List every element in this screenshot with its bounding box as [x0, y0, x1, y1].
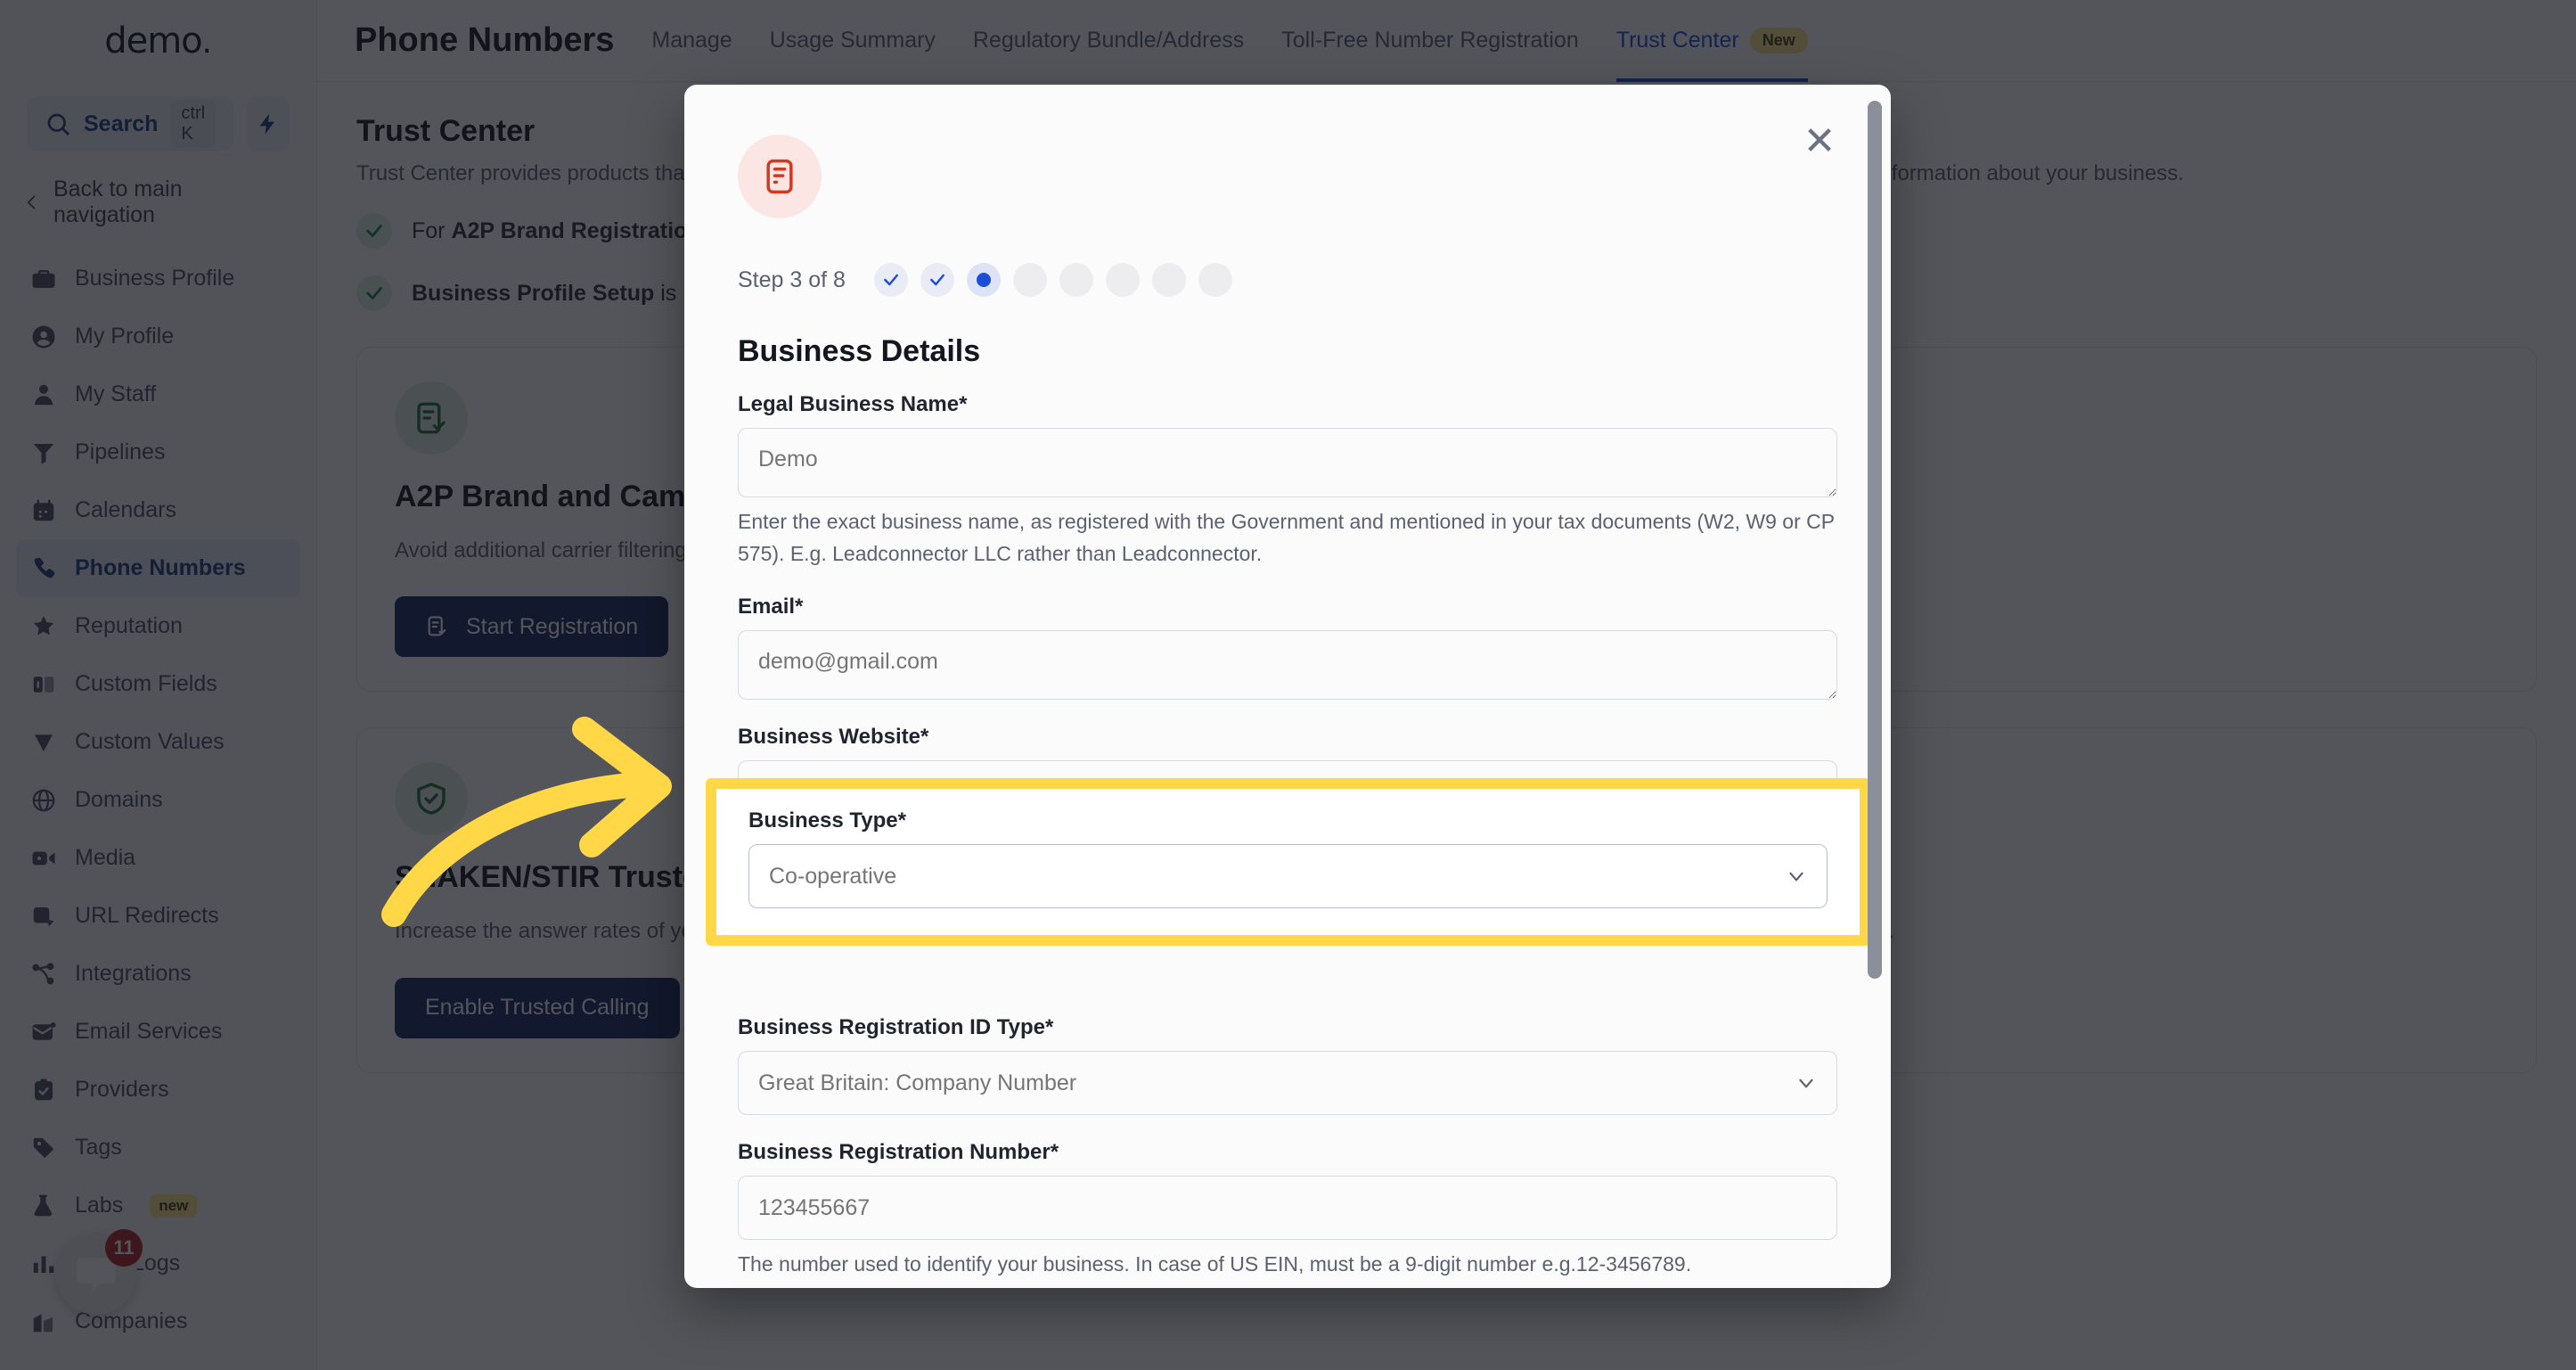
- field-label: Business Type*: [748, 808, 906, 833]
- field-email: Email*: [738, 595, 1837, 701]
- business-type-highlight: Business Type*: [706, 778, 1870, 946]
- business-registration-id-type-select[interactable]: [738, 1051, 1837, 1116]
- step-dot-6[interactable]: [1105, 263, 1140, 297]
- field-label: Business Registration Number*: [738, 1140, 1059, 1165]
- step-label: Step 3 of 8: [738, 267, 846, 292]
- field-label: Legal Business Name*: [738, 392, 968, 416]
- legal-business-name-input[interactable]: [738, 428, 1837, 497]
- modal-body: ✕ Step 3 of 8 Business Details Legal Bus…: [684, 85, 1891, 1288]
- field-hint: The number used to identify your busines…: [738, 1252, 1692, 1276]
- step-dot-4[interactable]: [1012, 263, 1047, 297]
- step-dot-7[interactable]: [1151, 263, 1186, 297]
- email-field[interactable]: [738, 630, 1837, 701]
- modal-heading: Business Details: [738, 334, 981, 368]
- field-label: Business Registration ID Type*: [738, 1015, 1054, 1040]
- step-dot-1-done[interactable]: [873, 263, 908, 297]
- business-registration-number-input[interactable]: [738, 1176, 1837, 1241]
- modal-scrollbar-thumb[interactable]: [1868, 101, 1882, 979]
- document-lines-icon: [738, 135, 822, 218]
- field-label: Email*: [738, 595, 804, 619]
- field-business-registration-number: Business Registration Number* The number…: [738, 1140, 1837, 1281]
- step-indicator: Step 3 of 8: [738, 263, 1837, 297]
- field-business-registration-id-type: Business Registration ID Type*: [738, 1015, 1837, 1116]
- step-dot-5[interactable]: [1059, 263, 1093, 297]
- business-details-modal: ✕ Step 3 of 8 Business Details Legal Bus…: [684, 85, 1891, 1288]
- close-icon[interactable]: ✕: [1798, 120, 1841, 163]
- app-root: demo. Search ctrl K Back to main navigat…: [0, 0, 2576, 1370]
- modal-scrollbar[interactable]: [1868, 101, 1882, 1046]
- step-dot-3-current[interactable]: [966, 263, 1001, 297]
- business-type-select[interactable]: [748, 844, 1828, 908]
- field-hint: Enter the exact business name, as regist…: [738, 510, 1835, 565]
- field-label: Business Website*: [738, 725, 929, 750]
- step-dot-8[interactable]: [1198, 263, 1232, 297]
- field-legal-business-name: Legal Business Name* Enter the exact bus…: [738, 392, 1837, 570]
- step-dot-2-done[interactable]: [920, 263, 954, 297]
